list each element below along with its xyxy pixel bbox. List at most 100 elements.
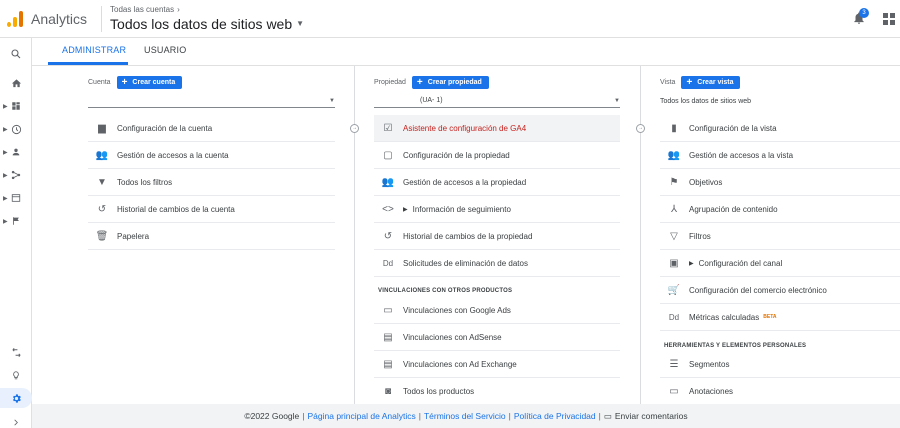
- calculated-metrics-label: Métricas calculadas: [689, 312, 760, 322]
- ga4-assistant-item[interactable]: ☑ Asistente de configuración de GA4: [374, 115, 620, 142]
- admin-gear-icon[interactable]: [0, 388, 32, 408]
- footer-separator: |: [418, 411, 421, 421]
- adexchange-icon: ▤: [383, 358, 393, 370]
- account-selector[interactable]: ▼: [88, 94, 335, 108]
- top-header: Analytics Todas las cuentas › Todos los …: [0, 0, 900, 38]
- ecommerce-settings-label: Configuración del comercio electrónico: [689, 285, 827, 295]
- view-selector[interactable]: Todos los datos de sitios web: [660, 94, 900, 108]
- acquisition-icon[interactable]: ▶: [0, 165, 32, 185]
- account-picker[interactable]: Todas las cuentas › Todos los datos de s…: [110, 5, 304, 32]
- view-filters-item[interactable]: ▽ Filtros: [660, 223, 900, 250]
- code-icon: <>: [382, 203, 394, 215]
- segments-icon: ☰: [669, 358, 679, 370]
- dd-icon: Dd: [382, 258, 394, 268]
- account-settings-label: Configuración de la cuenta: [117, 123, 213, 133]
- realtime-clock-icon[interactable]: ▶: [0, 119, 32, 139]
- annotations-item[interactable]: ▭ Anotaciones: [660, 378, 900, 405]
- conversions-flag-icon[interactable]: ▶: [0, 211, 32, 231]
- property-access-item[interactable]: 👥 Gestión de accesos a la propiedad: [374, 169, 620, 196]
- all-filters-label: Todos los filtros: [117, 177, 173, 187]
- customization-icon[interactable]: ▶: [0, 96, 32, 116]
- search-icon[interactable]: [0, 44, 32, 64]
- view-access-label: Gestión de accesos a la vista: [689, 150, 794, 160]
- property-settings-item[interactable]: ▢ Configuración de la propiedad: [374, 142, 620, 169]
- google-ads-link-item[interactable]: ▭ Vinculaciones con Google Ads: [374, 297, 620, 324]
- behavior-icon[interactable]: ▶: [0, 188, 32, 208]
- header-divider: [101, 5, 103, 32]
- expand-triangle-icon: ▶: [403, 206, 408, 213]
- expand-chevron-icon[interactable]: [0, 412, 32, 428]
- terms-link[interactable]: Términos del Servicio: [424, 411, 506, 421]
- channel-settings-item[interactable]: ▣ ▶ Configuración del canal: [660, 250, 900, 277]
- dropdown-arrow-icon: ▼: [614, 97, 620, 104]
- analytics-home-link[interactable]: Página principal de Analytics: [308, 411, 416, 421]
- account-label: Cuenta: [88, 79, 111, 86]
- content-grouping-label: Agrupación de contenido: [689, 204, 778, 214]
- view-settings-label: Configuración de la vista: [689, 123, 777, 133]
- view-label: Vista: [660, 79, 676, 86]
- history-icon: ↺: [97, 203, 107, 215]
- people-icon: 👥: [381, 176, 395, 188]
- home-icon[interactable]: [0, 73, 32, 93]
- create-property-button[interactable]: + Crear propiedad: [411, 76, 489, 89]
- tab-usuario[interactable]: USUARIO: [144, 45, 186, 55]
- property-settings-label: Configuración de la propiedad: [403, 150, 510, 160]
- view-access-item[interactable]: 👥 Gestión de accesos a la vista: [660, 142, 900, 169]
- dropdown-arrow-icon: ▼: [329, 97, 335, 104]
- document-icon: ▮: [671, 122, 677, 134]
- filter-icon: ▽: [670, 230, 678, 242]
- products-icon: ◙: [384, 386, 392, 397]
- people-icon: 👥: [95, 149, 109, 161]
- annotations-label: Anotaciones: [689, 387, 734, 396]
- account-access-item[interactable]: 👥 Gestión de accesos a la cuenta: [88, 142, 335, 169]
- send-feedback-link[interactable]: Enviar comentarios: [615, 411, 688, 421]
- page-title[interactable]: Todos los datos de sitios web ▼: [110, 17, 304, 31]
- app-name: Analytics: [31, 10, 88, 27]
- plus-icon: +: [686, 76, 693, 88]
- goals-label: Objetivos: [689, 177, 723, 187]
- feedback-icon[interactable]: ▭: [604, 411, 612, 422]
- attribution-icon[interactable]: [0, 342, 32, 362]
- create-view-button[interactable]: + Crear vista: [681, 76, 741, 89]
- goals-item[interactable]: ⚑ Objetivos: [660, 169, 900, 196]
- segments-item[interactable]: ☰ Segmentos: [660, 351, 900, 378]
- all-filters-item[interactable]: ▼ Todos los filtros: [88, 169, 335, 196]
- all-products-item[interactable]: ◙ Todos los productos: [374, 378, 620, 405]
- analytics-logo[interactable]: [7, 10, 23, 27]
- audience-person-icon[interactable]: ▶: [0, 142, 32, 162]
- data-deletion-item[interactable]: Dd Solicitudes de eliminación de datos: [374, 250, 620, 277]
- create-view-label: Crear vista: [697, 79, 734, 86]
- cart-icon: 🛒: [667, 284, 681, 296]
- account-settings-item[interactable]: ▆ Configuración de la cuenta: [88, 115, 335, 142]
- apps-grid-icon[interactable]: [883, 13, 895, 25]
- ecommerce-settings-item[interactable]: 🛒 Configuración del comercio electrónico: [660, 277, 900, 304]
- account-history-item[interactable]: ↺ Historial de cambios de la cuenta: [88, 196, 335, 223]
- property-selector[interactable]: (UA- 1) ▼: [374, 94, 620, 108]
- footer-separator: |: [302, 411, 305, 421]
- tracking-info-item[interactable]: <> ▶ Información de seguimiento: [374, 196, 620, 223]
- channel-settings-label: Configuración del canal: [698, 258, 783, 268]
- trash-item[interactable]: 🗑 Papelera: [88, 223, 335, 250]
- create-account-button[interactable]: + Crear cuenta: [116, 76, 183, 89]
- dd-icon: Dd: [668, 312, 680, 322]
- chevron-right-icon: ›: [177, 5, 180, 14]
- lightbulb-icon[interactable]: [0, 365, 32, 385]
- calculated-metrics-item[interactable]: Dd Métricas calculadas BETA: [660, 304, 900, 331]
- trash-label: Papelera: [117, 231, 150, 241]
- view-settings-item[interactable]: ▮ Configuración de la vista: [660, 115, 900, 142]
- property-history-item[interactable]: ↺ Historial de cambios de la propiedad: [374, 223, 620, 250]
- create-account-label: Crear cuenta: [132, 79, 176, 86]
- adexchange-link-item[interactable]: ▤ Vinculaciones con Ad Exchange: [374, 351, 620, 378]
- create-property-label: Crear propiedad: [427, 79, 482, 86]
- annotations-icon: ▭: [669, 386, 679, 397]
- tab-administrar[interactable]: ADMINISTRAR: [62, 45, 126, 55]
- content-grouping-item[interactable]: ⅄ Agrupación de contenido: [660, 196, 900, 223]
- plus-icon: +: [416, 76, 423, 88]
- adsense-link-item[interactable]: ▤ Vinculaciones con AdSense: [374, 324, 620, 351]
- building-icon: ▆: [98, 122, 106, 134]
- google-ads-link-label: Vinculaciones con Google Ads: [403, 305, 511, 315]
- property-access-label: Gestión de accesos a la propiedad: [403, 177, 527, 187]
- history-icon: ↺: [383, 230, 393, 242]
- admin-tabs: ADMINISTRAR USUARIO: [32, 38, 900, 66]
- privacy-link[interactable]: Política de Privacidad: [514, 411, 596, 421]
